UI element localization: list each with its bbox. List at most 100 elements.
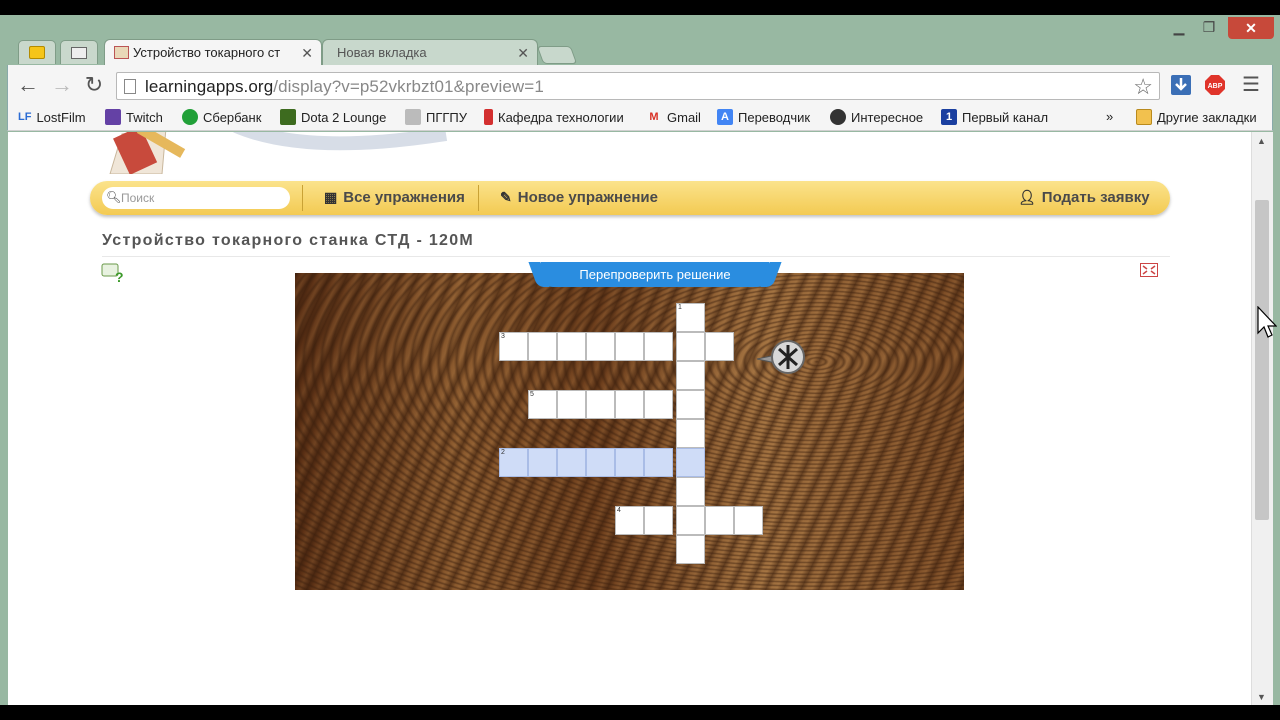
adblock-icon[interactable]: ABP [1204,74,1226,96]
crossword-cell[interactable] [644,390,673,419]
crossword-cell[interactable] [528,332,557,361]
close-window-icon[interactable]: ✕ [1228,17,1274,39]
bookmark-gmail[interactable]: M Gmail [646,109,701,125]
crossword-cell[interactable] [557,390,586,419]
new-tab-button[interactable] [536,46,578,64]
crossword-cell[interactable] [557,332,586,361]
star-icon[interactable]: ☆ [1133,74,1153,100]
lostfilm-icon: LF [18,111,32,123]
site-navbar: 🔍︎ Поиск ▦ Все упражнения ✎ Новое упражнен… [90,181,1170,215]
crossword-cell-highlighted[interactable] [557,448,586,477]
crossword-cell[interactable] [676,477,705,506]
back-arrow-icon[interactable]: ← [16,73,40,97]
crossword-cell[interactable] [705,332,734,361]
close-tab-icon[interactable]: ✕ [517,45,529,62]
learningapps-logo [109,132,448,174]
new-exercise-link[interactable]: ✎ Новое упражнение [500,189,658,206]
tab-label: Устройство токарного ст [133,45,281,60]
pinned-tab-notes[interactable] [18,40,56,64]
crossword-cell[interactable] [644,332,673,361]
bookmark-interesnoe[interactable]: Интересное [830,109,923,125]
crossword-cell-highlighted[interactable] [528,448,557,477]
edit-icon: ✎ [500,189,512,205]
mouse-cursor-icon [1257,306,1277,338]
forward-arrow-icon[interactable]: → [50,73,74,97]
bookmarks-bar: LF LostFilm Twitch Сбербанк Dota 2 Lounge… [7,105,1273,131]
help-icon[interactable]: ? [101,263,123,283]
crossword-board: 1 3 5 2 4 [295,273,964,590]
crossword-cell[interactable]: 1 [676,303,705,332]
crossword-cell-highlighted[interactable] [615,448,644,477]
search-placeholder: Поиск [121,191,155,205]
crossword-cell[interactable] [644,506,673,535]
bookmark-pggpu[interactable]: ПГГПУ [405,109,467,125]
all-exercises-link[interactable]: ▦ Все упражнения [324,189,465,206]
close-tab-icon[interactable]: ✕ [301,45,313,62]
crossword-cell-highlighted[interactable] [644,448,673,477]
crossword-cell[interactable] [586,390,615,419]
crossword-cell[interactable] [734,506,763,535]
pinned-tab-presentation[interactable] [60,40,98,64]
bookmark-twitch[interactable]: Twitch [105,109,163,125]
address-bar[interactable]: learningapps.org/display?v=p52vkrbzt01&p… [116,72,1160,100]
search-input[interactable]: 🔍︎ Поиск [102,187,290,209]
recheck-solution-button[interactable]: Перепроверить решение [541,262,769,287]
crossword-cell[interactable] [676,506,705,535]
apply-link[interactable]: 👤︎ Подать заявку [1018,189,1150,206]
sberbank-icon [182,109,198,125]
minimize-icon[interactable]: ▁ [1164,19,1194,36]
page-title: Устройство токарного станка СТД - 120М [102,232,475,249]
tab-learningapps[interactable]: Устройство токарного ст ✕ [104,39,322,65]
crossword-cell[interactable] [676,419,705,448]
crossword-cell[interactable] [676,361,705,390]
crossword-cell[interactable] [676,448,705,477]
scroll-down-icon[interactable]: ▼ [1257,692,1266,702]
spy-icon [830,109,846,125]
reload-icon[interactable]: ↻ [82,73,106,97]
bookmark-channel-one[interactable]: 1 Первый канал [941,109,1048,125]
bookmark-translate[interactable]: A Переводчик [717,109,810,125]
menu-icon[interactable]: ☰ [1242,74,1264,96]
page-icon [124,79,136,94]
crossword-cell[interactable]: 3 [499,332,528,361]
folder-icon [1136,109,1152,125]
maximize-icon[interactable]: ❐ [1194,19,1224,36]
user-icon: 👤︎ [1018,189,1036,205]
bookmark-dota2lounge[interactable]: Dota 2 Lounge [280,109,386,125]
bookmarks-overflow-button[interactable]: » [1106,109,1113,124]
svg-text:?: ? [115,269,123,283]
vertical-scrollbar[interactable]: ▲ ▼ [1251,132,1273,705]
url-text: learningapps.org/display?v=p52vkrbzt01&p… [145,77,544,96]
dota2-icon [280,109,296,125]
twitch-icon [105,109,121,125]
crossword-cell[interactable] [705,506,734,535]
bookmark-lostfilm[interactable]: LF LostFilm [18,109,86,125]
crossword-cell[interactable] [676,332,705,361]
download-icon[interactable] [1170,74,1192,96]
crossword-cell-highlighted[interactable]: 2 [499,448,528,477]
learningapps-favicon-icon [114,46,129,59]
bookmark-sberbank[interactable]: Сбербанк [182,109,261,125]
channel-one-icon: 1 [941,109,957,125]
crossword-cell[interactable] [586,332,615,361]
browser-window: Устройство токарного ст ✕ Новая вкладка … [0,15,1280,705]
notes-icon [29,46,45,59]
crossword-cell[interactable]: 5 [528,390,557,419]
grid-icon: ▦ [324,189,338,205]
scroll-up-icon[interactable]: ▲ [1257,136,1266,146]
divider [478,185,479,211]
crossword-cell[interactable] [676,390,705,419]
crossword-cell[interactable] [676,535,705,564]
other-bookmarks-folder[interactable]: Другие закладки [1136,109,1257,125]
fullscreen-icon[interactable] [1140,263,1158,277]
tab-new-tab[interactable]: Новая вкладка ✕ [322,39,538,65]
scrollbar-thumb[interactable] [1255,200,1269,520]
crossword-cell[interactable] [615,332,644,361]
crossword-cell-highlighted[interactable] [586,448,615,477]
translate-icon: A [717,109,733,125]
screen: Устройство токарного ст ✕ Новая вкладка … [0,0,1280,720]
bookmark-kafedra[interactable]: Кафедра технологии [484,109,624,125]
crossword-cell[interactable] [615,390,644,419]
divider [302,185,303,211]
crossword-cell[interactable]: 4 [615,506,644,535]
